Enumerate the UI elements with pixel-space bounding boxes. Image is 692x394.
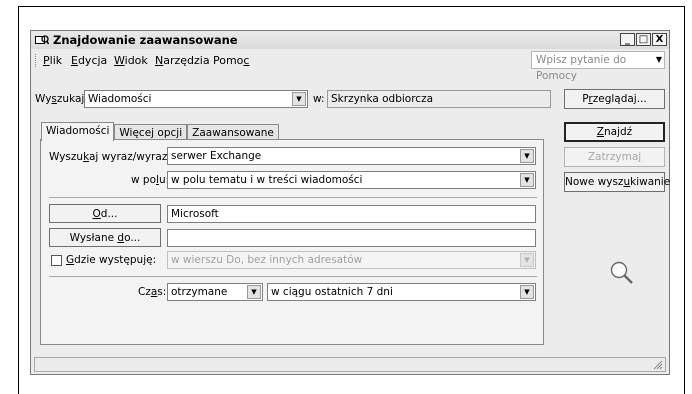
frame-right <box>684 6 685 394</box>
search-type-label: Wyszukaj <box>35 93 85 105</box>
chevron-down-icon: ▼ <box>520 253 534 267</box>
search-words-value: serwer Exchange <box>171 150 262 162</box>
where-label: Gdzie występuję: <box>66 254 157 266</box>
words-label: Wyszukaj wyraz/wyrazy: <box>49 151 177 163</box>
time-type-value: otrzymane <box>171 286 228 298</box>
time-range-dropdown[interactable]: w ciągu ostatnich 7 dni ▼ <box>267 283 536 301</box>
chevron-down-icon[interactable]: ▼ <box>520 173 534 187</box>
search-location-value: Skrzynka odbiorcza <box>331 93 434 105</box>
time-type-dropdown[interactable]: otrzymane ▼ <box>167 283 263 301</box>
chevron-down-icon[interactable]: ▼ <box>520 285 534 299</box>
stop-button: Zatrzymaj <box>564 147 665 167</box>
messages-tab-panel: Wyszukaj wyraz/wyrazy: serwer Exchange ▼… <box>40 139 544 345</box>
status-bar <box>34 357 666 372</box>
menu-grip-handle[interactable] <box>35 54 37 67</box>
browse-button[interactable]: Przeglądaj... <box>564 89 665 109</box>
menu-plik[interactable]: Plik <box>43 54 62 67</box>
menu-bar: Plik Edycja Widok Narzędzia Pomoc Wpisz … <box>31 50 669 82</box>
where-checkbox[interactable] <box>51 255 62 266</box>
maximize-button[interactable]: □ <box>636 33 651 46</box>
where-dropdown: w wierszu Do, bez innych adresatów ▼ <box>167 251 536 269</box>
help-placeholder: Wpisz pytanie do Pomocy <box>536 54 627 82</box>
time-label: Czas: <box>138 286 167 298</box>
chevron-down-icon[interactable]: ▼ <box>247 285 261 299</box>
title-bar[interactable]: Znajdowanie zaawansowane _ □ X <box>31 31 669 49</box>
advanced-find-window: Znajdowanie zaawansowane _ □ X Plik Edyc… <box>30 30 670 375</box>
time-range-value: w ciągu ostatnich 7 dni <box>271 286 393 298</box>
chevron-down-icon[interactable]: ▼ <box>656 52 662 68</box>
find-now-button[interactable]: Znajdź <box>564 122 665 142</box>
in-field-label: w polu: <box>131 174 170 186</box>
from-button[interactable]: Od... <box>49 204 161 223</box>
help-question-box[interactable]: Wpisz pytanie do Pomocy ▼ <box>531 51 665 82</box>
advanced-find-app-icon <box>35 35 49 45</box>
tab-advanced[interactable]: Zaawansowane <box>187 124 279 140</box>
close-button[interactable]: X <box>652 33 667 46</box>
tab-strip: Wiadomości Więcej opcji Zaawansowane <box>41 122 279 141</box>
from-field[interactable]: Microsoft <box>167 205 536 223</box>
menu-pomoc[interactable]: Pomoc <box>213 54 249 67</box>
menu-widok[interactable]: Widok <box>114 54 148 67</box>
frame-top <box>18 6 684 7</box>
separator <box>49 197 537 198</box>
new-search-button[interactable]: Nowe wyszukiwanie <box>564 172 670 192</box>
search-words-combo[interactable]: serwer Exchange ▼ <box>167 147 536 165</box>
window-title: Znajdowanie zaawansowane <box>53 33 238 47</box>
chevron-down-icon[interactable]: ▼ <box>292 92 306 106</box>
minimize-button[interactable]: _ <box>620 33 635 46</box>
tab-messages[interactable]: Wiadomości <box>41 122 115 141</box>
search-type-dropdown[interactable]: Wiadomości ▼ <box>84 90 308 108</box>
where-value: w wierszu Do, bez innych adresatów <box>171 254 363 266</box>
magnifier-icon <box>610 261 633 284</box>
sent-to-button[interactable]: Wysłane do... <box>49 228 161 247</box>
menu-narzedzia[interactable]: Narzędzia <box>155 54 210 67</box>
in-field-value: w polu tematu i w treści wiadomości <box>171 174 363 186</box>
sent-to-field[interactable] <box>167 229 536 247</box>
search-type-value: Wiadomości <box>88 93 152 105</box>
in-field-dropdown[interactable]: w polu tematu i w treści wiadomości ▼ <box>167 171 536 189</box>
tab-more-options[interactable]: Więcej opcji <box>114 124 188 140</box>
from-value: Microsoft <box>171 208 219 220</box>
resize-grip-icon[interactable] <box>652 359 663 370</box>
frame-left <box>18 6 19 394</box>
chevron-down-icon[interactable]: ▼ <box>520 149 534 163</box>
menu-edycja[interactable]: Edycja <box>71 54 107 67</box>
in-label: w: <box>313 93 325 105</box>
separator <box>49 276 537 277</box>
search-location-field: Skrzynka odbiorcza <box>327 90 551 108</box>
